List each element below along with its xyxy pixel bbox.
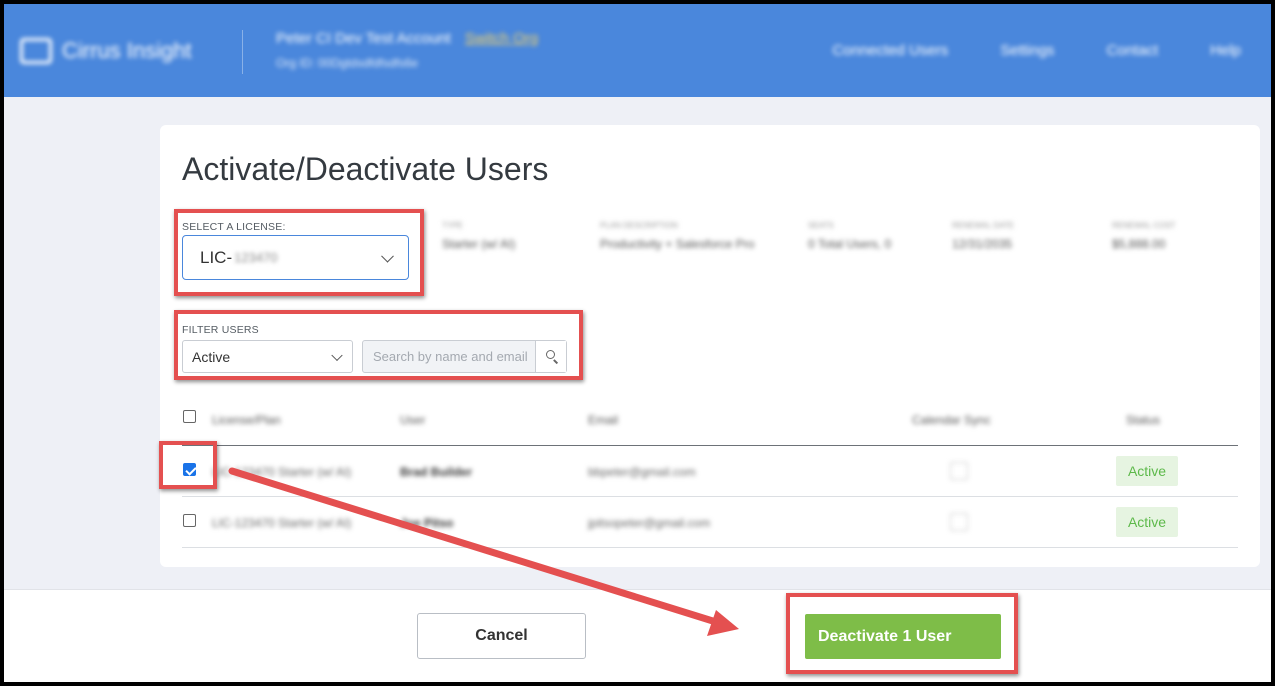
nav-help[interactable]: Help <box>1210 42 1241 59</box>
row-license: LIC-123470 Starter (w/ AI) <box>212 465 352 479</box>
filter-label: FILTER USERS <box>182 324 259 336</box>
license-meta-renewal-cost: RENEWAL COST $5,888.00 <box>1112 221 1176 251</box>
column-header-calendar-sync: Calendar Sync <box>912 413 991 427</box>
license-meta-type: TYPE Starter (w/ AI) <box>442 221 516 251</box>
brand[interactable]: Cirrus Insight <box>20 38 192 64</box>
nav-settings[interactable]: Settings <box>1000 42 1054 59</box>
license-select[interactable]: LIC- 123470 <box>182 235 409 280</box>
switch-org-link[interactable]: Switch Org <box>465 30 538 47</box>
license-label: SELECT A LICENSE: <box>182 221 286 233</box>
license-meta-renewal-date: RENEWAL DATE 12/31/2035 <box>952 221 1014 251</box>
nav-links: Connected Users Settings Contact Help <box>832 42 1241 59</box>
license-meta-plan: PLAN DESCRIPTION Productivity + Salesforc… <box>600 221 755 251</box>
license-value-rest: 123470 <box>234 250 278 265</box>
select-all-checkbox[interactable] <box>183 410 196 423</box>
status-filter-value: Active <box>192 348 231 365</box>
brand-logo-icon <box>20 38 52 64</box>
top-nav: Cirrus Insight Peter CI Dev Test Account… <box>4 4 1271 97</box>
row-user: Brad Builder <box>400 465 473 479</box>
calendar-sync-icon <box>950 462 968 480</box>
row-user: Joe Pitso <box>400 516 454 530</box>
footer-bar: Cancel Deactivate 1 User <box>4 589 1271 682</box>
row-license: LIC-123470 Starter (w/ AI) <box>212 516 352 530</box>
row-divider <box>182 496 1238 497</box>
row-checkbox[interactable] <box>183 463 196 476</box>
chevron-down-icon <box>331 349 343 361</box>
row-email: jpitsopeter@gmail.com <box>588 516 711 530</box>
brand-name: Cirrus Insight <box>62 38 192 63</box>
chevron-down-icon <box>381 249 394 263</box>
page-title: Activate/Deactivate Users <box>182 151 549 187</box>
nav-connected-users[interactable]: Connected Users <box>832 42 948 59</box>
status-badge: Active <box>1116 507 1178 537</box>
account-org-id: Org ID: 00Dgtdsdfdfsdfs6e <box>276 56 419 70</box>
deactivate-button[interactable]: Deactivate 1 User <box>805 614 1001 659</box>
column-header-license: License/Plan <box>212 413 281 427</box>
nav-divider <box>242 30 243 74</box>
column-header-email: Email <box>588 413 619 427</box>
status-filter-select[interactable]: Active <box>182 340 353 373</box>
users-card: Activate/Deactivate Users SELECT A LICEN… <box>160 125 1260 567</box>
calendar-sync-icon <box>950 513 968 531</box>
row-divider <box>182 547 1238 548</box>
account-name: Peter CI Dev Test Account <box>276 30 451 47</box>
search-icon <box>546 350 555 359</box>
account-info: Peter CI Dev Test Account Switch Org Org… <box>276 30 538 70</box>
license-value-prefix: LIC- <box>200 247 233 267</box>
cancel-button[interactable]: Cancel <box>417 613 586 659</box>
search-input[interactable] <box>363 341 535 372</box>
status-badge: Active <box>1116 456 1178 486</box>
column-header-user: User <box>400 413 426 427</box>
search-button[interactable] <box>535 341 566 372</box>
search-box <box>362 340 567 373</box>
column-header-status: Status <box>1126 413 1161 427</box>
app-frame: Cirrus Insight Peter CI Dev Test Account… <box>4 4 1271 682</box>
table-header-divider <box>182 445 1238 446</box>
license-meta-seats: SEATS 0 Total Users, 0 <box>808 221 892 251</box>
nav-contact[interactable]: Contact <box>1106 42 1158 59</box>
row-checkbox[interactable] <box>183 514 196 527</box>
row-email: bbpeter@gmail.com <box>588 465 696 479</box>
